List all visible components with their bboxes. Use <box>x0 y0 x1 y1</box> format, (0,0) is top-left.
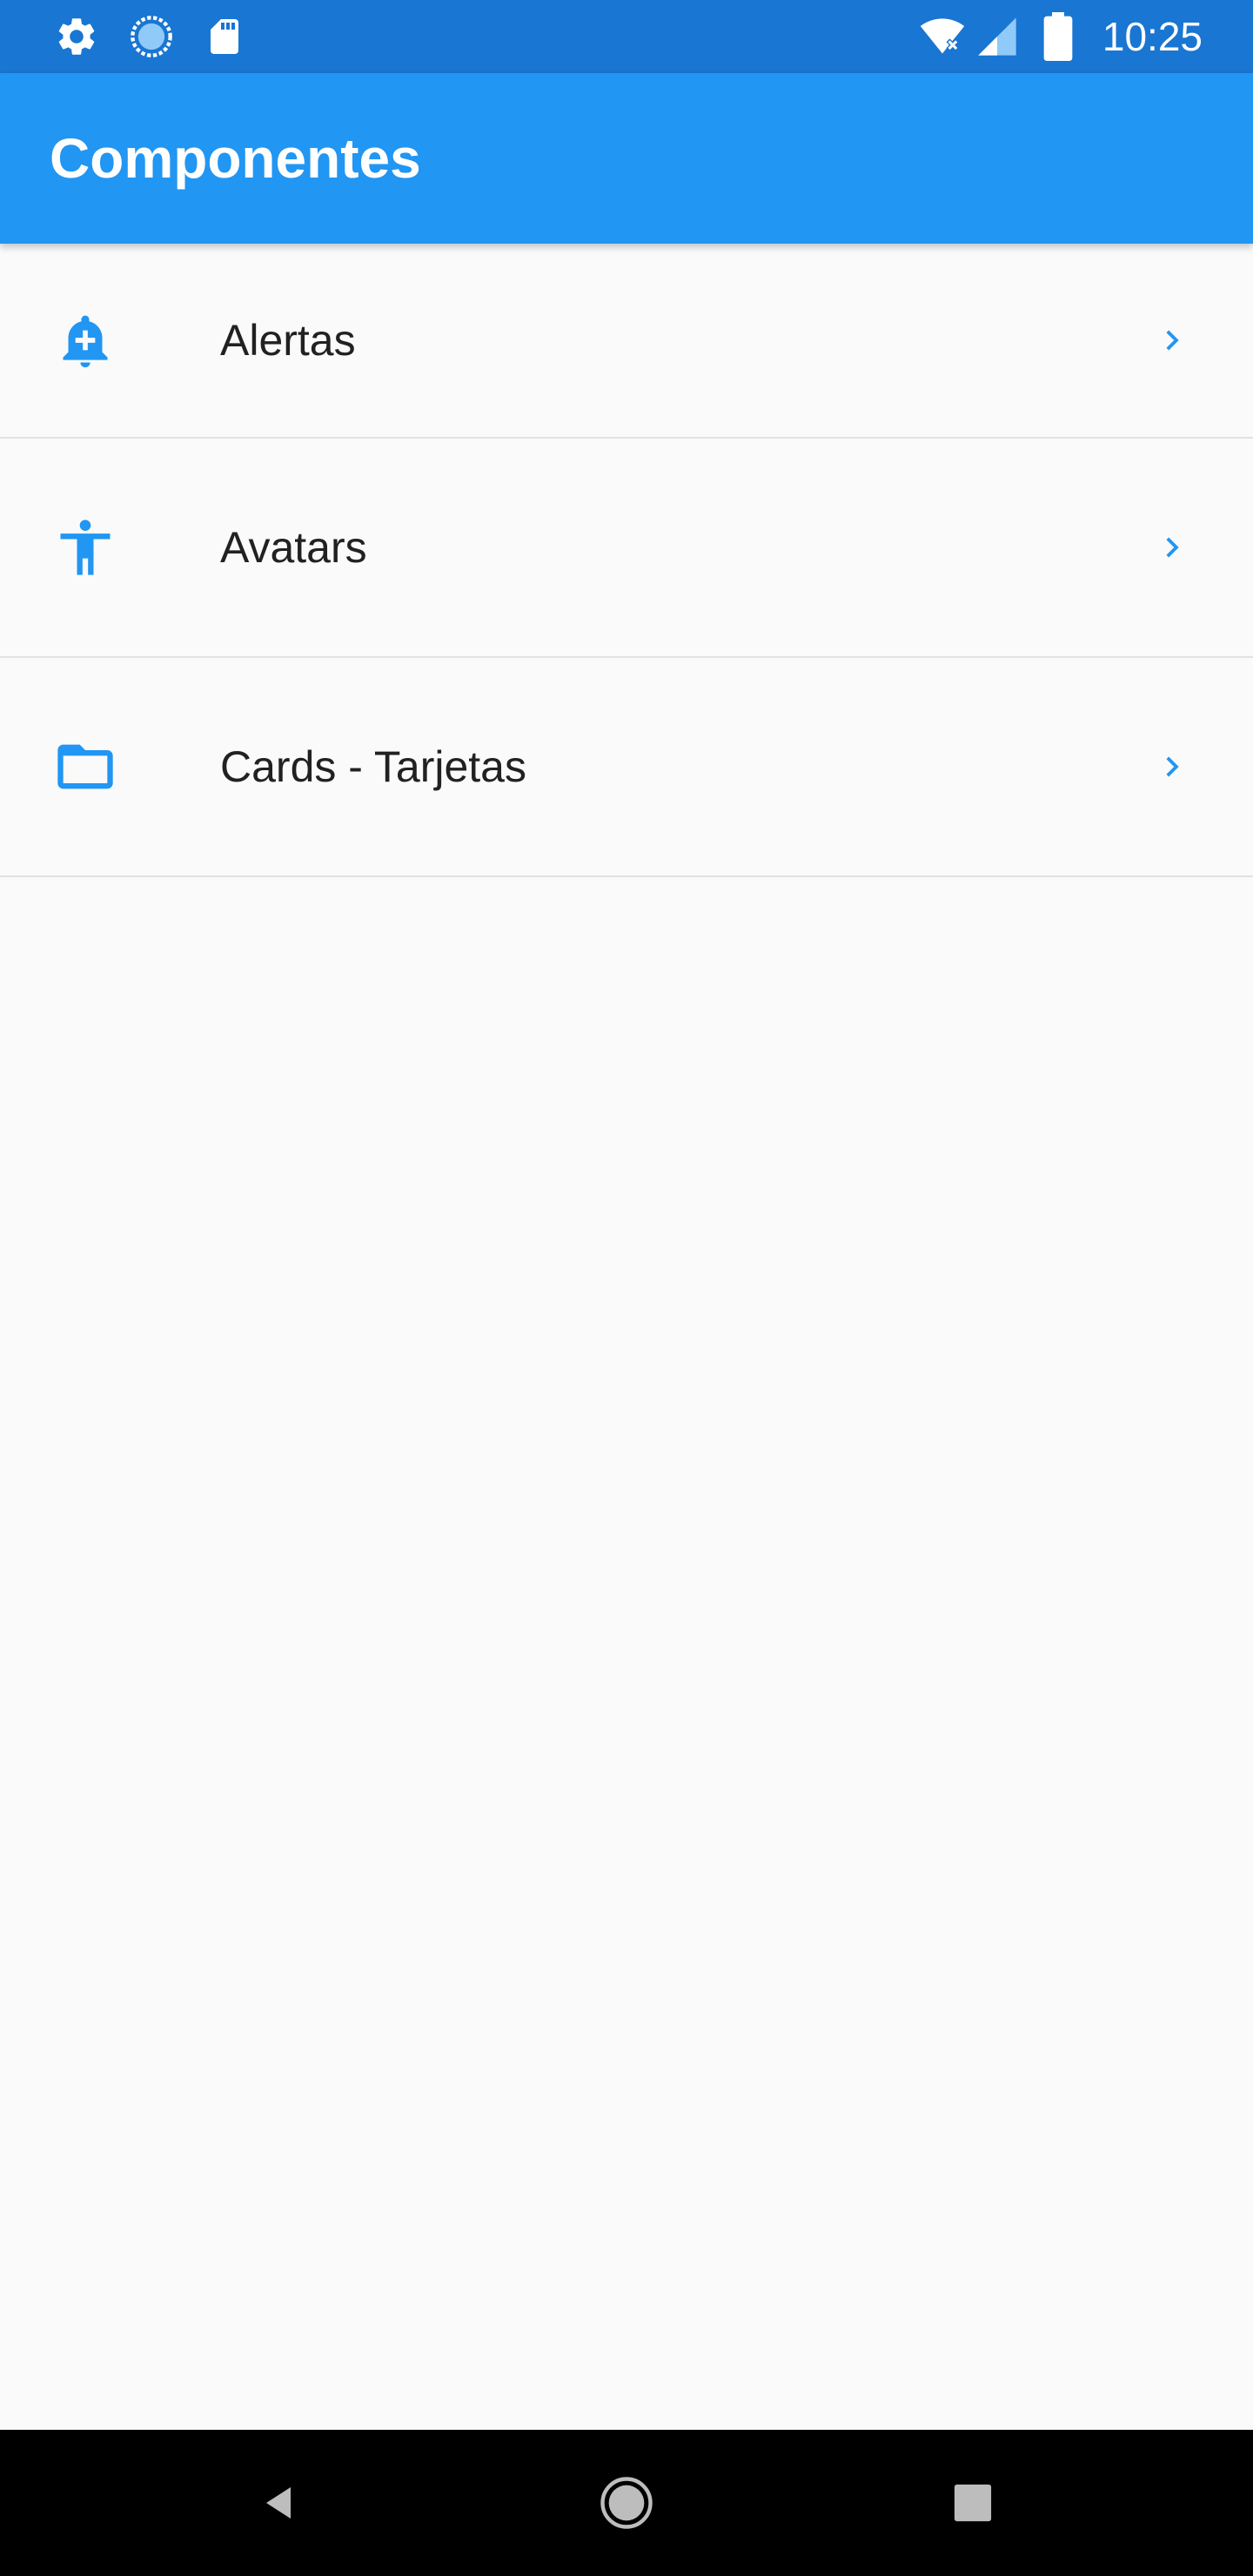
status-time: 10:25 <box>1102 14 1203 59</box>
recents-icon[interactable] <box>903 2430 1042 2576</box>
add-alert-icon <box>49 244 122 437</box>
system-nav-bar <box>0 2430 1253 2576</box>
cellular-signal-icon <box>975 0 1020 73</box>
home-icon[interactable] <box>557 2430 696 2576</box>
list-item-avatars[interactable]: Avatars <box>0 439 1253 658</box>
list-item-alertas[interactable]: Alertas <box>0 244 1253 439</box>
back-icon[interactable] <box>209 2430 348 2576</box>
sd-card-icon <box>204 0 245 73</box>
components-list: Alertas Avatars Cards - Tarjetas <box>0 244 1253 877</box>
chevron-right-icon <box>1150 658 1194 875</box>
status-bar: 10:25 <box>0 0 1253 73</box>
wifi-icon <box>915 0 969 73</box>
list-item-label: Alertas <box>220 316 356 365</box>
sync-icon <box>129 0 174 73</box>
page-title: Componentes <box>50 127 421 190</box>
list-item-label: Avatars <box>220 523 367 572</box>
chevron-right-icon <box>1150 244 1194 437</box>
list-item-label: Cards - Tarjetas <box>220 742 526 791</box>
app-bar: Componentes <box>0 73 1253 244</box>
list-item-cards-tarjetas[interactable]: Cards - Tarjetas <box>0 658 1253 877</box>
folder-icon <box>49 658 122 875</box>
gear-icon <box>54 0 99 73</box>
chevron-right-icon <box>1150 439 1194 656</box>
battery-icon <box>1042 0 1074 73</box>
accessibility-icon <box>49 439 122 656</box>
